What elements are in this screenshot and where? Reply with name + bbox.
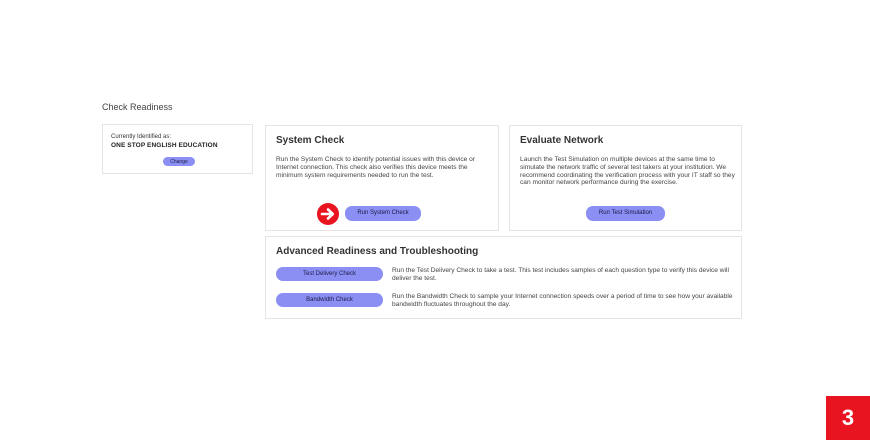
arrow-right-circle-icon (317, 203, 339, 225)
identity-label: Currently Identified as: (111, 134, 172, 140)
identity-panel: Currently Identified as: ONE STOP ENGLIS… (102, 124, 253, 174)
evaluate-network-title: Evaluate Network (520, 135, 604, 146)
system-check-title: System Check (276, 135, 345, 146)
test-delivery-check-description: Run the Test Delivery Check to take a te… (392, 267, 729, 282)
page-title: Check Readiness (102, 102, 173, 112)
evaluate-network-description: Launch the Test Simulation on multiple d… (520, 156, 735, 187)
bandwidth-check-description: Run the Bandwidth Check to sample your I… (392, 293, 733, 308)
run-system-check-button[interactable]: Run System Check (345, 206, 421, 221)
advanced-readiness-title: Advanced Readiness and Troubleshooting (276, 246, 479, 257)
evaluate-network-panel: Evaluate Network Launch the Test Simulat… (509, 125, 742, 231)
run-test-simulation-button[interactable]: Run Test Simulation (586, 206, 665, 221)
test-delivery-check-button[interactable]: Test Delivery Check (276, 267, 383, 281)
change-button[interactable]: Change (163, 157, 195, 166)
step-number-badge: 3 (826, 396, 870, 440)
identity-name: ONE STOP ENGLISH EDUCATION (111, 142, 218, 149)
system-check-description: Run the System Check to identify potenti… (276, 156, 476, 179)
bandwidth-check-button[interactable]: Bandwidth Check (276, 293, 383, 307)
advanced-readiness-panel: Advanced Readiness and Troubleshooting T… (265, 236, 742, 319)
system-check-panel: System Check Run the System Check to ide… (265, 125, 499, 231)
